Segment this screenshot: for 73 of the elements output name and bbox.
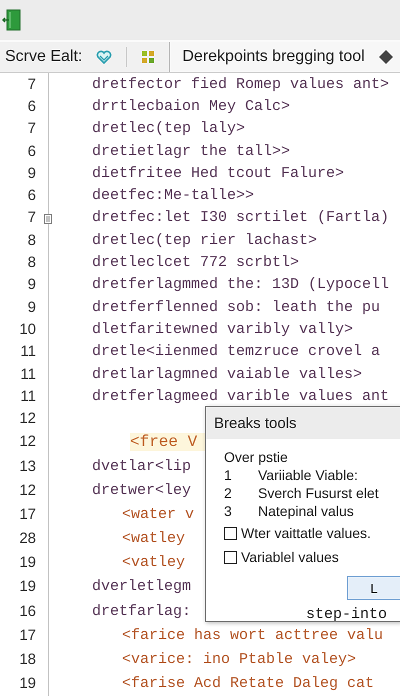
line-number: 19 xyxy=(19,554,37,572)
line-number: 6 xyxy=(28,187,37,204)
line-number: 8 xyxy=(28,232,37,249)
dialog-button[interactable]: L xyxy=(347,576,400,600)
code-line: dretfector fied Romep values ant> xyxy=(92,76,390,93)
line-number: 9 xyxy=(28,276,37,294)
code-line: dletfaritewned varibly vally> xyxy=(92,320,354,338)
line-number: 28 xyxy=(19,530,37,548)
code-line: dretietlagr the tall>> xyxy=(92,142,290,160)
list-item[interactable]: Sverch Fusurst elet xyxy=(258,485,379,501)
dialog-title: Breaks tools xyxy=(206,407,400,439)
line-number: 12 xyxy=(19,482,37,499)
code-line: dretwer<ley xyxy=(92,482,192,499)
code-line: dretfarlag: xyxy=(92,602,192,620)
code-line: dvetlar<lip xyxy=(92,458,192,475)
item-number: 3 xyxy=(224,503,233,519)
code-line: <varice: ino Ptable valey> xyxy=(122,651,356,668)
code-line: dretleclcet 772 scrbtl> xyxy=(92,254,300,272)
line-number: 8 xyxy=(28,254,37,272)
code-line: dretfec:let I30 scrtilet (Fartla) xyxy=(92,209,390,226)
line-number: 13 xyxy=(19,458,37,475)
line-number: 11 xyxy=(20,366,37,382)
line-number: 7 xyxy=(28,76,37,93)
line-number: 7 xyxy=(28,120,37,138)
checkbox[interactable] xyxy=(224,550,237,564)
book-icon xyxy=(2,9,22,31)
code-line: dretlarlagmned vaiable valles> xyxy=(92,366,362,382)
code-line: drrtlecbaion Mey Calc> xyxy=(92,98,290,115)
heart-icon[interactable] xyxy=(96,50,112,64)
line-number: 11 xyxy=(20,388,37,405)
code-line: <watley xyxy=(122,530,186,548)
line-number: 17 xyxy=(19,626,37,644)
code-line: dretle<iienmed temzruce crovel a xyxy=(92,343,380,360)
line-number: 19 xyxy=(19,675,37,692)
code-line: deetfec:Me-talle>> xyxy=(92,187,254,204)
line-number: 10 xyxy=(19,320,37,338)
code-line: <vatley xyxy=(122,554,186,572)
step-label: step-into xyxy=(306,606,388,621)
fold-icon[interactable] xyxy=(44,214,52,224)
code-line: dretlec(tep rier lachast> xyxy=(92,232,318,249)
line-number: 18 xyxy=(19,651,37,668)
line-number: 6 xyxy=(28,142,37,160)
code-line: dretferlagmeed varible values ant xyxy=(92,388,390,405)
checkbox-label: Wter vaittatle values. xyxy=(241,525,371,541)
list-item[interactable]: Variiable Viable: xyxy=(258,467,358,483)
code-line: <farise Acd Retate Daleg cat xyxy=(122,675,374,692)
grid-icon[interactable] xyxy=(141,50,156,64)
code-line: dietfritee Hed tcout Falure> xyxy=(92,164,344,182)
line-number: 12 xyxy=(19,410,37,428)
checkbox[interactable] xyxy=(224,526,237,540)
item-number: 1 xyxy=(224,467,233,483)
line-number: 16 xyxy=(19,602,37,620)
tab[interactable]: Derekpoints bregging tool xyxy=(169,42,400,72)
code-line: dretferflenned sob: leath the pu xyxy=(92,298,380,316)
line-number: 7 xyxy=(28,209,37,226)
code-line: <water v xyxy=(122,506,194,523)
item-number: 2 xyxy=(224,485,233,501)
code-line: dretferlagmmed the: 13D (Lypocell xyxy=(92,276,390,294)
list-item[interactable]: Natepinal valus xyxy=(258,503,354,519)
line-number: 12 xyxy=(19,433,37,450)
line-number: 9 xyxy=(28,298,37,316)
code-line: <farice has wort acttree valu xyxy=(122,626,384,644)
checkbox-label: Variablel values xyxy=(241,549,339,565)
line-number: 6 xyxy=(28,98,37,115)
line-number: 17 xyxy=(19,506,37,523)
line-number: 11 xyxy=(20,343,37,360)
diamond-icon[interactable] xyxy=(378,50,393,64)
line-number: 19 xyxy=(19,578,37,596)
menu-label[interactable]: Scrve Ealt: xyxy=(0,48,88,66)
code-line: dretlec(tep laly> xyxy=(92,120,246,138)
code-line: dverletlegm xyxy=(92,578,192,596)
line-number: 9 xyxy=(28,164,37,182)
dialog-heading: Over pstie xyxy=(224,449,289,465)
